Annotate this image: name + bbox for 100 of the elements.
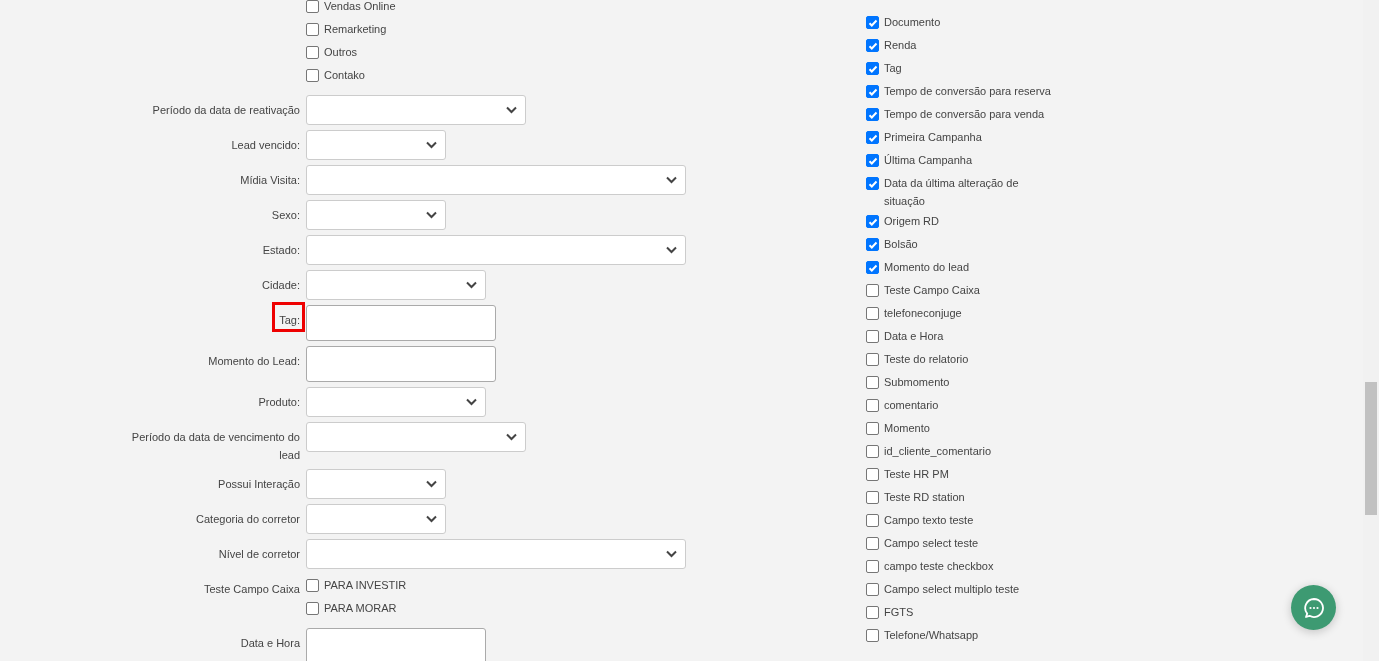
checkbox[interactable] — [866, 238, 879, 251]
checkbox[interactable] — [306, 602, 319, 615]
checkbox-label: Teste RD station — [884, 490, 965, 505]
chat-button[interactable] — [1291, 585, 1336, 630]
field-label: Tag: — [275, 305, 302, 329]
select-field[interactable] — [306, 270, 486, 300]
checkbox-label: Submomento — [884, 375, 950, 390]
checkbox[interactable] — [866, 560, 879, 573]
select-field[interactable] — [306, 235, 686, 265]
chevron-down-icon — [666, 246, 677, 254]
field-label: Sexo: — [270, 208, 301, 223]
checkbox[interactable] — [306, 23, 319, 36]
select-field[interactable] — [306, 422, 526, 452]
field-label: Categoria do corretor — [195, 512, 301, 527]
checkbox[interactable] — [866, 307, 879, 320]
checkbox-label: Momento do lead — [884, 260, 969, 275]
checkbox-label: Data da última alteração de situação — [884, 176, 1020, 209]
checkbox-label: Primeira Campanha — [884, 130, 982, 145]
checkbox-label: id_cliente_comentario — [884, 444, 991, 459]
checkbox[interactable] — [306, 579, 319, 592]
chevron-down-icon — [506, 433, 517, 441]
field-label: Nível de corretor — [217, 547, 301, 562]
field-label: Período da data de vencimento do lead — [130, 430, 301, 463]
checkbox[interactable] — [866, 261, 879, 274]
checkbox[interactable] — [866, 399, 879, 412]
checkbox[interactable] — [866, 330, 879, 343]
field-label: Estado: — [261, 243, 301, 258]
field-label: Lead vencido: — [230, 138, 301, 153]
field-label: Produto: — [257, 395, 301, 410]
select-field[interactable] — [306, 539, 686, 569]
checkbox[interactable] — [866, 376, 879, 389]
checkbox-label: Teste Campo Caixa — [884, 283, 980, 298]
checkbox[interactable] — [866, 583, 879, 596]
checkbox[interactable] — [866, 177, 879, 190]
checkbox-label: Telefone/Whatsapp — [884, 628, 979, 643]
checkbox-label: Tempo de conversão para venda — [884, 107, 1045, 122]
checkbox[interactable] — [866, 537, 879, 550]
checkbox[interactable] — [866, 108, 879, 121]
chevron-down-icon — [426, 141, 437, 149]
checkbox[interactable] — [866, 85, 879, 98]
field-label: Período da data de reativação — [151, 103, 301, 118]
checkbox[interactable] — [306, 69, 319, 82]
checkbox-label: PARA INVESTIR — [324, 578, 407, 594]
select-field[interactable] — [306, 165, 686, 195]
checkbox[interactable] — [866, 131, 879, 144]
checkbox[interactable] — [866, 468, 879, 481]
select-field[interactable] — [306, 200, 446, 230]
input-field[interactable] — [306, 628, 486, 661]
checkbox-label: comentario — [884, 398, 939, 413]
input-field[interactable] — [306, 305, 496, 341]
select-field[interactable] — [306, 504, 446, 534]
chevron-down-icon — [466, 281, 477, 289]
field-label: Teste Campo Caixa — [203, 582, 301, 597]
checkbox[interactable] — [866, 215, 879, 228]
checkbox[interactable] — [866, 445, 879, 458]
checkbox[interactable] — [866, 353, 879, 366]
checkbox[interactable] — [866, 606, 879, 619]
chevron-down-icon — [466, 398, 477, 406]
field-label: Cidade: — [261, 278, 301, 293]
checkbox-label: Momento — [884, 421, 930, 436]
chevron-down-icon — [506, 106, 517, 114]
checkbox-label: Renda — [884, 38, 917, 53]
checkbox[interactable] — [866, 629, 879, 642]
select-field[interactable] — [306, 387, 486, 417]
field-label: Mídia Visita: — [239, 173, 301, 188]
checkbox-label: telefoneconjuge — [884, 306, 962, 321]
field-label: Momento do Lead: — [207, 354, 301, 369]
checkbox-label: Tempo de conversão para reserva — [884, 84, 1051, 99]
select-field[interactable] — [306, 130, 446, 160]
field-label: Possui Interação — [217, 477, 301, 492]
checkbox[interactable] — [866, 514, 879, 527]
checkbox[interactable] — [866, 62, 879, 75]
chevron-down-icon — [666, 550, 677, 558]
chat-bubble-icon — [1302, 596, 1325, 619]
chevron-down-icon — [426, 480, 437, 488]
checkbox-label: Bolsão — [884, 237, 918, 252]
checkbox-label: Campo texto teste — [884, 513, 974, 528]
input-field[interactable] — [306, 346, 496, 382]
field-label: Data e Hora — [239, 636, 301, 651]
checkbox[interactable] — [866, 39, 879, 52]
checkbox-label: Remarketing — [324, 22, 387, 38]
checkbox-label: FGTS — [884, 605, 914, 620]
select-field[interactable] — [306, 95, 526, 125]
checkbox-label: Origem RD — [884, 214, 939, 229]
select-field[interactable] — [306, 469, 446, 499]
checkbox[interactable] — [866, 16, 879, 29]
chevron-down-icon — [426, 211, 437, 219]
checkbox-label: Tag — [884, 61, 902, 76]
scrollbar-thumb[interactable] — [1365, 382, 1377, 515]
checkbox-label: Data e Hora — [884, 329, 944, 344]
checkbox-label: Documento — [884, 15, 941, 30]
checkbox[interactable] — [866, 422, 879, 435]
checkbox[interactable] — [866, 154, 879, 167]
checkbox[interactable] — [306, 0, 319, 13]
checkbox[interactable] — [866, 284, 879, 297]
checkbox[interactable] — [866, 491, 879, 504]
checkbox-label: Campo select teste — [884, 536, 979, 551]
checkbox[interactable] — [306, 46, 319, 59]
checkbox-label: Vendas Online — [324, 0, 396, 15]
checkbox-label: Teste do relatorio — [884, 352, 969, 367]
